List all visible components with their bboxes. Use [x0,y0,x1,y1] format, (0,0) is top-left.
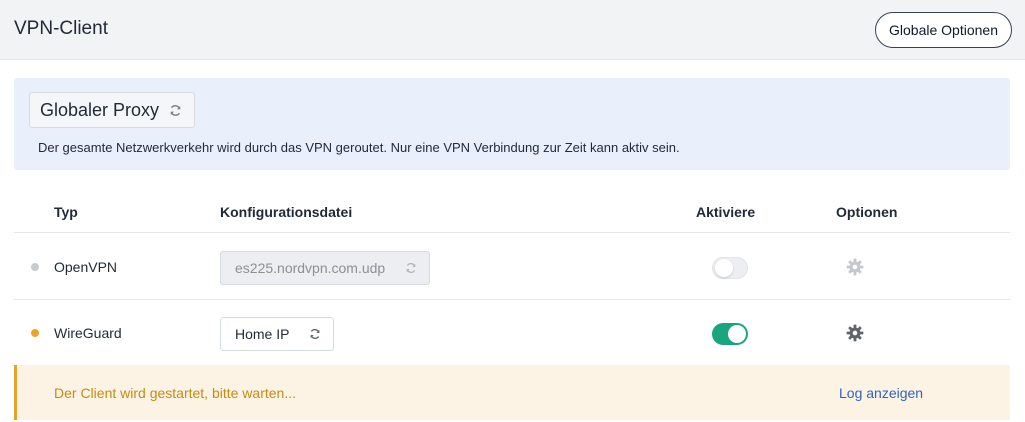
refresh-icon [406,262,416,274]
gear-icon[interactable] [845,323,865,343]
column-header-type: Typ [54,204,78,220]
refresh-icon [311,328,320,340]
table-header: Typ Konfigurationsdatei Aktiviere Option… [14,190,1010,233]
status-bar: Der Client wird gestartet, bitte warten.… [14,365,1010,420]
row-type-label: WireGuard [54,325,122,341]
column-header-activate: Aktiviere [696,204,756,220]
column-header-options: Optionen [836,204,898,220]
config-file-select[interactable]: es225.nordvpn.com.udp [220,251,431,285]
activate-toggle[interactable] [712,257,748,279]
global-options-button[interactable]: Globale Optionen [875,12,1012,48]
config-file-label: es225.nordvpn.com.udp [235,260,386,276]
toggle-knob [715,259,733,277]
config-file-label: Home IP [235,326,290,342]
status-message: Der Client wird gestartet, bitte warten.… [54,385,296,401]
column-header-config-file: Konfigurationsdatei [220,204,353,220]
gear-icon[interactable] [845,257,865,277]
proxy-mode-select[interactable]: Globaler Proxy [29,92,196,128]
proxy-description: Der gesamte Netzwerkverkehr wird durch d… [38,140,680,155]
proxy-mode-label: Globaler Proxy [40,99,160,120]
app-header: VPN-Client Globale Optionen [0,0,1025,60]
activate-toggle[interactable] [712,323,748,345]
table-row-openvpn: OpenVPN es225.nordvpn.com.udp [14,234,1010,300]
toggle-knob [728,325,746,343]
show-log-link[interactable]: Log anzeigen [839,385,923,401]
config-file-select[interactable]: Home IP [220,317,335,351]
refresh-icon [170,104,181,116]
row-type-label: OpenVPN [54,259,118,275]
page-title: VPN-Client [14,18,108,39]
status-dot [31,263,39,271]
proxy-panel: Globaler Proxy Der gesamte Netzwerkverke… [14,78,1010,170]
status-dot [31,329,39,337]
table-row-wireguard: WireGuard Home IP [14,300,1010,366]
